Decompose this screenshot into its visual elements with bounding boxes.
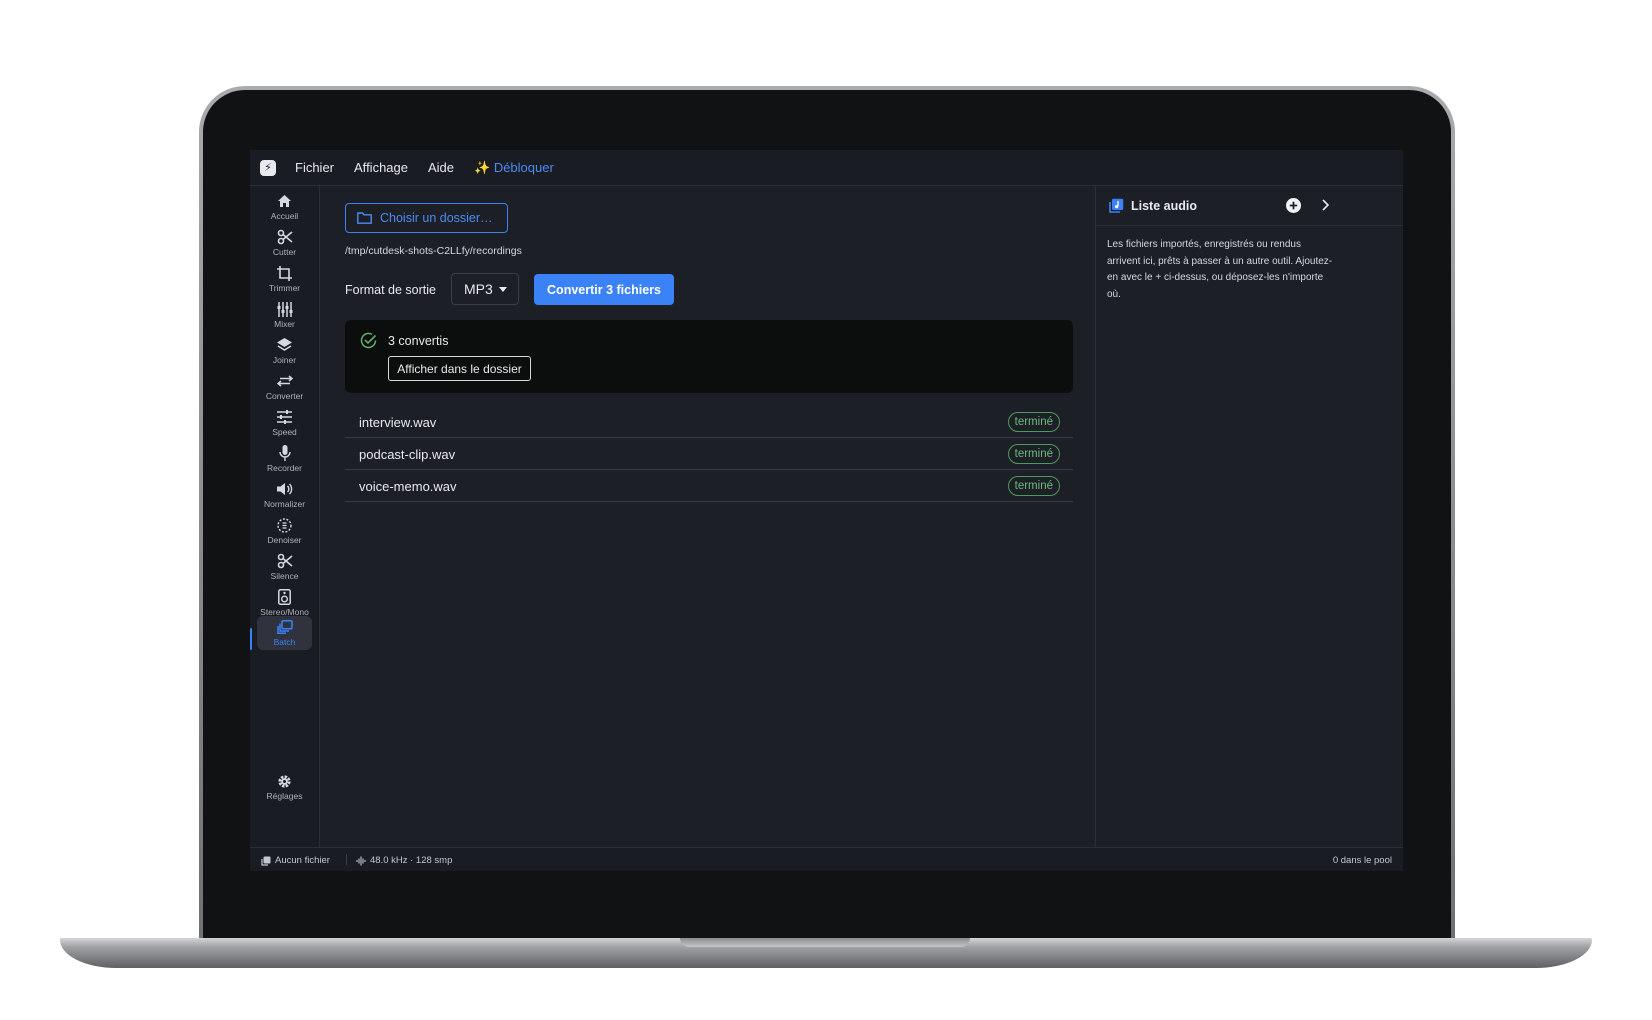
sidebar-item-label: Trimmer xyxy=(268,283,301,293)
menu-aide[interactable]: Aide xyxy=(428,160,454,175)
gear-icon xyxy=(276,773,294,789)
file-name: voice-memo.wav xyxy=(359,479,457,494)
sidebar-item-label: Réglages xyxy=(266,791,303,801)
sidebar-item-label: Silence xyxy=(270,571,299,581)
tune-icon xyxy=(276,409,294,425)
tool-sidebar: Accueil Cutter Trimmer Mixer Joiner Conv… xyxy=(250,186,320,847)
sidebar-item-trimmer[interactable]: Trimmer xyxy=(257,262,312,296)
audio-list-title: Liste audio xyxy=(1131,199,1197,213)
scissors-icon xyxy=(276,229,294,245)
waveform-icon xyxy=(356,856,366,866)
caret-down-icon xyxy=(499,287,507,292)
choose-folder-button[interactable]: Choisir un dossier… xyxy=(345,203,508,233)
sidebar-item-label: Speed xyxy=(272,427,297,437)
menu-fichier[interactable]: Fichier xyxy=(295,160,334,175)
sidebar-item-stereo-mono[interactable]: Stereo/Mono xyxy=(257,586,312,620)
volume-icon xyxy=(276,481,294,497)
result-box: 3 convertis Afficher dans le dossier xyxy=(345,320,1073,393)
sidebar-item-cutter[interactable]: Cutter xyxy=(257,226,312,260)
file-icon xyxy=(261,856,271,866)
sidebar-item-silence[interactable]: Silence xyxy=(257,550,312,584)
status-pool: 0 dans le pool xyxy=(1332,855,1392,866)
sidebar-item-label: Converter xyxy=(265,391,304,401)
sidebar-item-joiner[interactable]: Joiner xyxy=(257,334,312,368)
sidebar-item-label: Cutter xyxy=(272,247,297,257)
add-circle-icon[interactable] xyxy=(1286,198,1301,218)
file-row: podcast-clip.wav terminé xyxy=(345,439,1073,470)
convert-button[interactable]: Convertir 3 fichiers xyxy=(534,274,674,305)
status-bar: Aucun fichier 48.0 kHz · 128 smp 0 dans … xyxy=(250,847,1403,871)
sidebar-item-recorder[interactable]: Recorder xyxy=(257,442,312,476)
menu-affichage[interactable]: Affichage xyxy=(354,160,408,175)
sidebar-item-converter[interactable]: Converter xyxy=(257,370,312,404)
audio-list-header: Liste audio xyxy=(1096,186,1403,226)
result-message: 3 convertis xyxy=(388,334,449,348)
audio-list-icon xyxy=(1108,198,1124,219)
app-window: ⚡ Fichier Affichage Aide ✨ Débloquer Acc… xyxy=(250,150,1403,871)
swap-icon xyxy=(276,373,294,389)
batch-panel: Choisir un dossier… /tmp/cutdesk-shots-C… xyxy=(320,186,1094,847)
sidebar-item-normalizer[interactable]: Normalizer xyxy=(257,478,312,512)
sidebar-item-settings[interactable]: Réglages xyxy=(257,770,312,804)
sliders-icon xyxy=(276,301,294,317)
menu-bar: ⚡ Fichier Affichage Aide ✨ Débloquer xyxy=(250,150,1403,186)
sidebar-item-label: Joiner xyxy=(272,355,297,365)
show-in-folder-button[interactable]: Afficher dans le dossier xyxy=(388,356,531,381)
app-logo-icon: ⚡ xyxy=(260,159,276,176)
status-audio-text: 48.0 kHz · 128 smp xyxy=(370,855,453,866)
sidebar-item-label: Denoiser xyxy=(267,535,302,545)
sidebar-item-speed[interactable]: Speed xyxy=(257,406,312,440)
mic-icon xyxy=(276,445,294,461)
layers-icon xyxy=(276,337,294,353)
sidebar-item-mixer[interactable]: Mixer xyxy=(257,298,312,332)
sidebar-item-accueil[interactable]: Accueil xyxy=(257,190,312,224)
sidebar-item-label: Normalizer xyxy=(263,499,306,509)
format-select[interactable]: MP3 xyxy=(451,273,519,305)
sidebar-item-label: Recorder xyxy=(267,463,302,473)
file-row: interview.wav terminé xyxy=(345,407,1073,438)
status-file-text: Aucun fichier xyxy=(275,855,330,866)
format-label: Format de sortie xyxy=(345,283,437,297)
audio-list-description: Les fichiers importés, enregistrés ou re… xyxy=(1107,239,1333,300)
status-file: Aucun fichier xyxy=(261,855,330,866)
status-badge: terminé xyxy=(1007,444,1060,464)
sidebar-item-denoiser[interactable]: Denoiser xyxy=(257,514,312,548)
file-row: voice-memo.wav terminé xyxy=(345,471,1073,502)
crop-icon xyxy=(276,265,294,281)
file-name: podcast-clip.wav xyxy=(359,447,456,462)
denoise-icon xyxy=(276,517,294,533)
sidebar-item-label: Mixer xyxy=(274,319,295,329)
sidebar-item-label: Accueil xyxy=(270,211,299,221)
home-icon xyxy=(276,193,294,209)
laptop-notch xyxy=(680,938,970,947)
batch-icon xyxy=(276,619,294,635)
status-badge: terminé xyxy=(1007,412,1060,432)
check-circle-icon xyxy=(360,332,377,354)
file-name: interview.wav xyxy=(359,415,437,430)
sidebar-item-label: Batch xyxy=(273,637,296,647)
sidebar-item-batch[interactable]: Batch xyxy=(257,616,312,650)
choose-folder-label: Choisir un dossier… xyxy=(380,211,493,225)
status-audio: 48.0 kHz · 128 smp xyxy=(356,855,452,866)
active-indicator xyxy=(250,628,252,650)
menu-unlock[interactable]: ✨ Débloquer xyxy=(474,160,554,176)
audio-list-panel: Liste audio Les fichiers importés, enreg… xyxy=(1095,186,1403,847)
scissors-icon xyxy=(276,553,294,569)
status-separator xyxy=(346,854,347,865)
folder-icon xyxy=(357,212,372,224)
speaker-icon xyxy=(276,589,294,605)
folder-path: /tmp/cutdesk-shots-C2LLfy/recordings xyxy=(345,245,522,257)
format-value: MP3 xyxy=(464,281,493,297)
chevron-right-icon[interactable] xyxy=(1321,198,1330,217)
status-badge: terminé xyxy=(1007,476,1060,496)
